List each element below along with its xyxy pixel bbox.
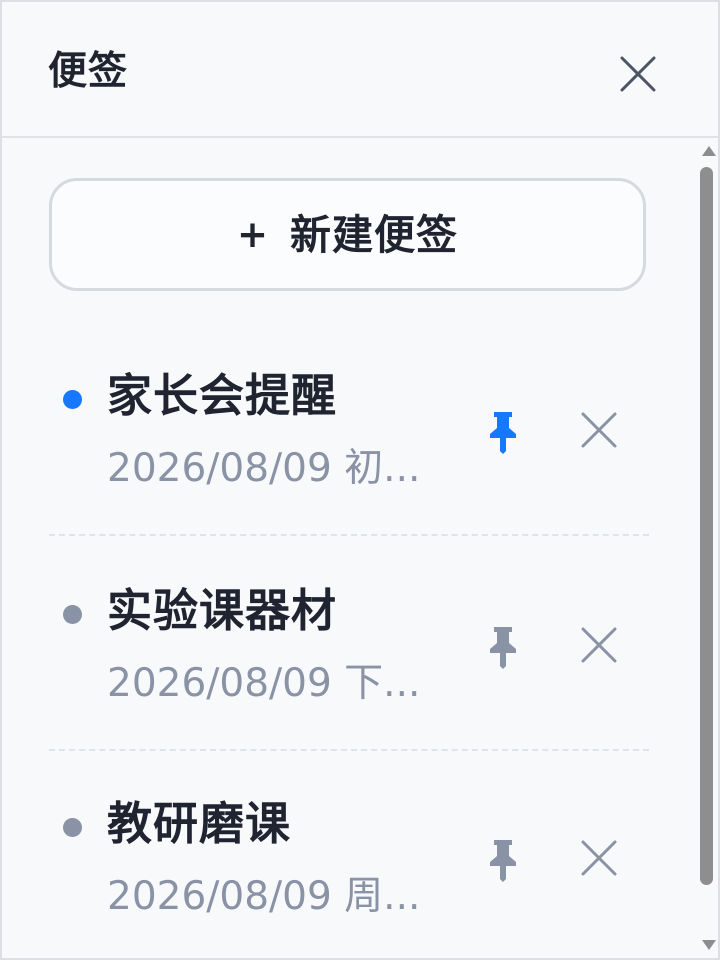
list-item[interactable]: 实验课器材 2026/08/09 下...	[49, 537, 649, 751]
pin-button[interactable]	[485, 838, 521, 882]
note-preview: 2026/08/09 周...	[107, 874, 421, 919]
new-note-label: 新建便签	[290, 210, 458, 259]
new-note-button[interactable]: + 新建便签	[49, 178, 646, 291]
note-preview: 2026/08/09 初...	[107, 446, 421, 491]
note-title: 实验课器材	[107, 584, 338, 637]
pin-icon	[490, 412, 516, 454]
delete-note-button[interactable]	[578, 837, 620, 879]
close-panel-button[interactable]	[614, 50, 662, 98]
scroll-up-arrow-icon[interactable]	[702, 146, 716, 156]
pin-icon	[490, 627, 516, 669]
status-dot	[63, 390, 82, 409]
notes-content: + 新建便签 家长会提醒 2026/08/09 初... 实验课器材 2026/…	[2, 138, 718, 958]
list-item[interactable]: 家长会提醒 2026/08/09 初...	[49, 322, 649, 536]
pin-icon	[490, 840, 516, 882]
close-icon	[620, 56, 656, 92]
pin-button[interactable]	[485, 410, 521, 454]
plus-icon: +	[236, 212, 268, 256]
delete-note-button[interactable]	[578, 409, 620, 451]
close-icon	[581, 840, 617, 876]
status-dot	[63, 605, 82, 624]
note-title: 家长会提醒	[107, 369, 338, 422]
scrollbar-thumb[interactable]	[700, 167, 713, 885]
close-icon	[581, 627, 617, 663]
close-icon	[581, 412, 617, 448]
pin-button[interactable]	[485, 625, 521, 669]
note-preview: 2026/08/09 下...	[107, 661, 421, 706]
scroll-down-arrow-icon[interactable]	[702, 940, 716, 950]
panel-header: 便签	[2, 2, 718, 138]
notes-panel: 便签 + 新建便签 家长会提醒 2026/08/09 初... 实验课器材 20…	[0, 0, 720, 960]
list-item[interactable]: 教研磨课 2026/08/09 周...	[49, 750, 649, 958]
status-dot	[63, 818, 82, 837]
panel-title: 便签	[48, 49, 129, 94]
delete-note-button[interactable]	[578, 624, 620, 666]
vertical-scrollbar[interactable]	[697, 146, 716, 950]
note-title: 教研磨课	[107, 797, 292, 850]
